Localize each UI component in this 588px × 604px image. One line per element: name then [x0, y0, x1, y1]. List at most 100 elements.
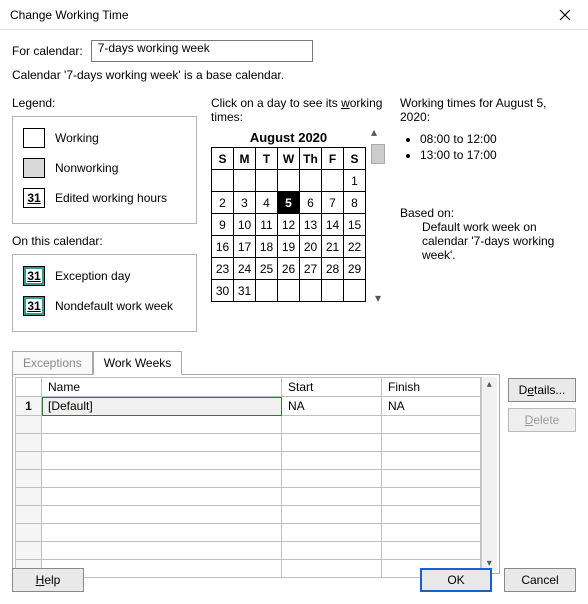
grid-cell-name[interactable]: [42, 452, 282, 470]
calendar-day[interactable]: 1: [344, 170, 366, 192]
legend-nonworking: Nonworking: [55, 161, 118, 175]
calendar-day: [278, 280, 300, 302]
calendar-day[interactable]: 10: [234, 214, 256, 236]
grid-cell-start[interactable]: [282, 542, 382, 560]
calendar-grid[interactable]: SMTWThFS12345678910111213141516171819202…: [211, 147, 366, 302]
calendar-day[interactable]: 15: [344, 214, 366, 236]
calendar-dow: S: [212, 148, 234, 170]
calendar-day[interactable]: 3: [234, 192, 256, 214]
calendar-dow: W: [278, 148, 300, 170]
grid-cell-start[interactable]: [282, 470, 382, 488]
calendar-day[interactable]: 4: [256, 192, 278, 214]
grid-cell-start[interactable]: [282, 488, 382, 506]
grid-cell-finish[interactable]: [382, 470, 481, 488]
grid-row-number[interactable]: [16, 470, 42, 488]
calendar-day[interactable]: 5: [278, 192, 300, 214]
calendar-day[interactable]: 17: [234, 236, 256, 258]
tab-exceptions[interactable]: Exceptions: [12, 351, 93, 375]
calendar-day: [300, 170, 322, 192]
grid-cell-finish[interactable]: [382, 524, 481, 542]
cancel-button[interactable]: Cancel: [504, 568, 576, 592]
grid-header-start[interactable]: Start: [282, 378, 382, 397]
work-weeks-grid[interactable]: NameStartFinish1[Default]NANA: [15, 377, 481, 578]
grid-cell-start[interactable]: [282, 506, 382, 524]
calendar-day[interactable]: 2: [212, 192, 234, 214]
calendar-day[interactable]: 8: [344, 192, 366, 214]
legend-swatch-working: [23, 128, 45, 148]
grid-cell-name[interactable]: [42, 416, 282, 434]
ok-button[interactable]: OK: [420, 568, 492, 592]
calendar-day[interactable]: 13: [300, 214, 322, 236]
grid-cell-finish[interactable]: [382, 488, 481, 506]
tab-work-weeks[interactable]: Work Weeks: [93, 351, 183, 375]
help-button[interactable]: Help: [12, 568, 84, 592]
calendar-select-value: 7-days working week: [98, 41, 210, 55]
based-on-label: Based on:: [400, 206, 576, 220]
grid-row-number[interactable]: [16, 488, 42, 506]
calendar-day[interactable]: 25: [256, 258, 278, 280]
calendar-day[interactable]: 7: [322, 192, 344, 214]
grid-row-number[interactable]: [16, 416, 42, 434]
grid-row-number[interactable]: [16, 524, 42, 542]
grid-cell-name[interactable]: [42, 542, 282, 560]
calendar-day[interactable]: 19: [278, 236, 300, 258]
grid-header-name[interactable]: Name: [42, 378, 282, 397]
calendar-day[interactable]: 22: [344, 236, 366, 258]
grid-cell-name[interactable]: [42, 524, 282, 542]
grid-cell-name[interactable]: [42, 434, 282, 452]
legend-exception: Exception day: [55, 269, 130, 283]
calendar-day[interactable]: 12: [278, 214, 300, 236]
calendar-day[interactable]: 9: [212, 214, 234, 236]
grid-scrollbar[interactable]: ▴ ▾: [481, 377, 497, 571]
grid-cell-finish[interactable]: [382, 542, 481, 560]
legend-nondefault: Nondefault work week: [55, 299, 173, 313]
grid-cell-start[interactable]: [282, 416, 382, 434]
details-button[interactable]: Details...: [508, 378, 576, 402]
calendar-day[interactable]: 23: [212, 258, 234, 280]
calendar-day[interactable]: 18: [256, 236, 278, 258]
calendar-day[interactable]: 31: [234, 280, 256, 302]
calendar-dow: S: [344, 148, 366, 170]
grid-cell-start[interactable]: [282, 452, 382, 470]
calendar-day[interactable]: 11: [256, 214, 278, 236]
grid-row-number[interactable]: [16, 434, 42, 452]
calendar-day[interactable]: 21: [322, 236, 344, 258]
grid-header-finish[interactable]: Finish: [382, 378, 481, 397]
calendar-day[interactable]: 20: [300, 236, 322, 258]
legend-swatch-nonworking: [23, 158, 45, 178]
grid-cell-finish[interactable]: [382, 506, 481, 524]
close-button[interactable]: [542, 0, 588, 30]
grid-row-number[interactable]: 1: [16, 397, 42, 416]
calendar-day[interactable]: 6: [300, 192, 322, 214]
calendar-day[interactable]: 27: [300, 258, 322, 280]
calendar-select[interactable]: 7-days working week: [91, 40, 313, 62]
calendar-day: [234, 170, 256, 192]
calendar-day[interactable]: 24: [234, 258, 256, 280]
grid-cell-finish[interactable]: [382, 434, 481, 452]
grid-cell-name[interactable]: [42, 470, 282, 488]
calendar-day[interactable]: 29: [344, 258, 366, 280]
grid-cell-start[interactable]: [282, 434, 382, 452]
legend-swatch-edited: 31: [23, 188, 45, 208]
calendar-day[interactable]: 26: [278, 258, 300, 280]
grid-cell-start[interactable]: NA: [282, 397, 382, 416]
grid-row-number[interactable]: [16, 542, 42, 560]
grid-cell-finish[interactable]: [382, 416, 481, 434]
calendar-day[interactable]: 14: [322, 214, 344, 236]
grid-row-number[interactable]: [16, 452, 42, 470]
calendar-day[interactable]: 16: [212, 236, 234, 258]
grid-row-number[interactable]: [16, 506, 42, 524]
calendar-day[interactable]: 28: [322, 258, 344, 280]
scroll-thumb: [371, 144, 385, 164]
calendar-day[interactable]: 30: [212, 280, 234, 302]
scroll-down-icon: ▾: [375, 292, 381, 304]
grid-cell-name[interactable]: [42, 506, 282, 524]
calendar-scrollbar[interactable]: ▴ ▾: [370, 126, 386, 304]
calendar-instruction: Click on a day to see its working times:: [211, 96, 386, 124]
grid-cell-finish[interactable]: [382, 452, 481, 470]
grid-cell-name[interactable]: [42, 488, 282, 506]
grid-cell-finish[interactable]: NA: [382, 397, 481, 416]
calendar-dow: Th: [300, 148, 322, 170]
grid-cell-start[interactable]: [282, 524, 382, 542]
grid-cell-name[interactable]: [Default]: [42, 397, 282, 416]
